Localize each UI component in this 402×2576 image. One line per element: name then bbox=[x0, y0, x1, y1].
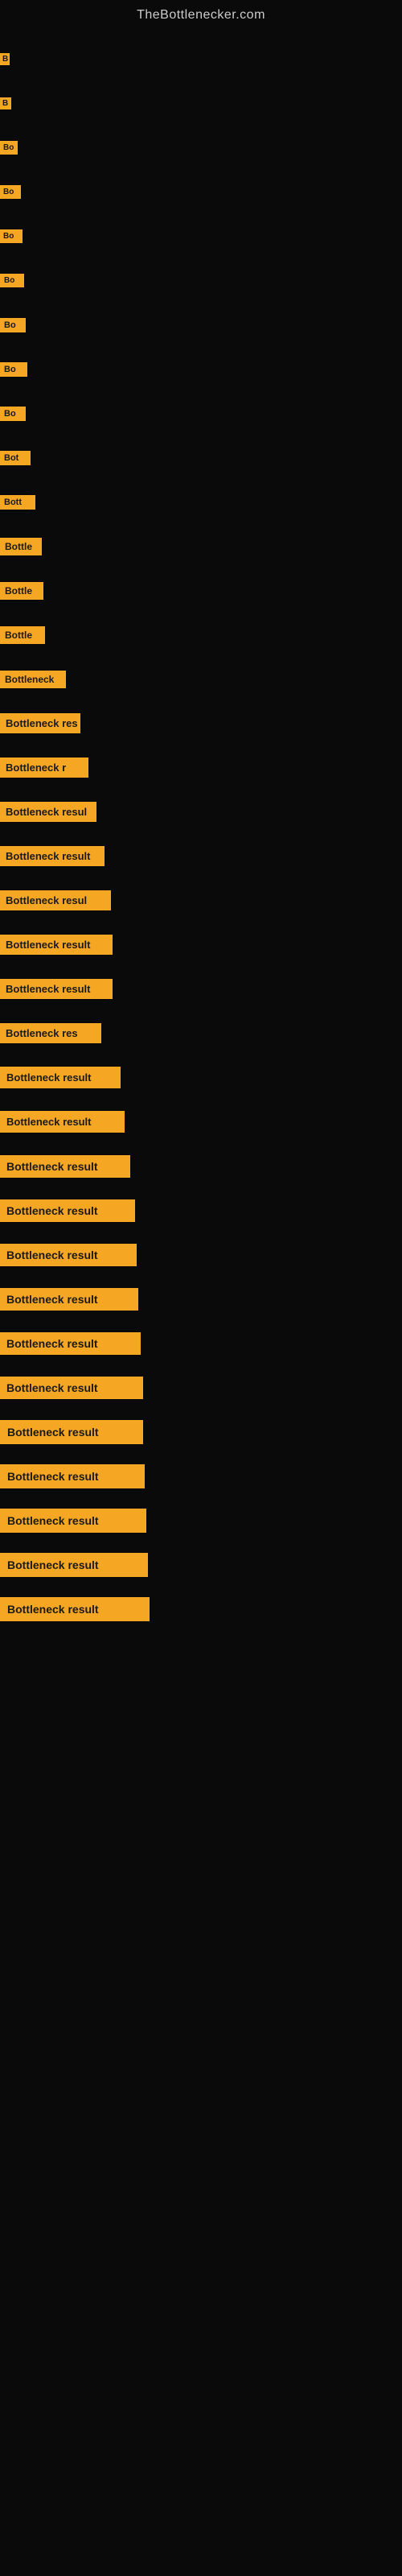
bottleneck-label: Bottleneck result bbox=[0, 979, 113, 999]
bottleneck-label: Bottleneck result bbox=[0, 1332, 141, 1355]
bottleneck-label: Bo bbox=[0, 229, 23, 243]
bottleneck-label: Bottleneck r bbox=[0, 758, 88, 778]
list-item: Bottleneck result bbox=[0, 1235, 402, 1274]
bottleneck-label: Bottleneck res bbox=[0, 713, 80, 733]
bottleneck-label: Bottle bbox=[0, 538, 42, 555]
list-item: Bott bbox=[0, 482, 402, 522]
list-item: Bottleneck result bbox=[0, 1323, 402, 1363]
bottleneck-label: Bottleneck resul bbox=[0, 890, 111, 910]
bottleneck-label: Bottle bbox=[0, 582, 43, 600]
list-item: Bottle bbox=[0, 526, 402, 566]
bottleneck-label: Bo bbox=[0, 318, 26, 332]
bottleneck-label: Bo bbox=[0, 141, 18, 155]
list-item: Bottleneck result bbox=[0, 1501, 402, 1540]
list-item: Bottleneck result bbox=[0, 1589, 402, 1629]
list-item: Bottleneck result bbox=[0, 1456, 402, 1496]
list-item: Bottleneck result bbox=[0, 1146, 402, 1186]
list-item: Bottleneck res bbox=[0, 1013, 402, 1053]
bottleneck-label: Bott bbox=[0, 495, 35, 510]
bottleneck-label: Bottleneck resul bbox=[0, 802, 96, 822]
list-item: Bottleneck result bbox=[0, 1058, 402, 1097]
list-item: Bottleneck bbox=[0, 659, 402, 699]
list-item: B bbox=[0, 39, 402, 79]
bottleneck-label: Bottleneck bbox=[0, 671, 66, 688]
bottleneck-label: Bottleneck res bbox=[0, 1023, 101, 1043]
bottleneck-label: Bottleneck result bbox=[0, 1111, 125, 1133]
bottleneck-label: Bottleneck result bbox=[0, 1067, 121, 1088]
bottleneck-label: Bottleneck result bbox=[0, 1420, 143, 1444]
list-item: Bo bbox=[0, 172, 402, 212]
list-item: Bottleneck r bbox=[0, 748, 402, 787]
list-item: Bo bbox=[0, 305, 402, 345]
bottleneck-label: Bo bbox=[0, 185, 21, 199]
list-item: Bottleneck result bbox=[0, 1368, 402, 1407]
bottleneck-label: Bottleneck result bbox=[0, 1464, 145, 1488]
list-item: Bottle bbox=[0, 615, 402, 654]
bottleneck-label: Bottleneck result bbox=[0, 1597, 150, 1621]
list-item: Bot bbox=[0, 438, 402, 477]
bottleneck-label: Bottleneck result bbox=[0, 846, 105, 866]
list-item: Bottle bbox=[0, 571, 402, 610]
bottleneck-label: Bottleneck result bbox=[0, 1244, 137, 1266]
bottleneck-label: Bo bbox=[0, 407, 26, 421]
list-item: Bottleneck result bbox=[0, 1102, 402, 1141]
list-item: Bo bbox=[0, 217, 402, 256]
list-item: Bo bbox=[0, 349, 402, 389]
bottleneck-label: Bottleneck result bbox=[0, 1155, 130, 1178]
list-item: Bottleneck result bbox=[0, 836, 402, 876]
bottleneck-label: Bottleneck result bbox=[0, 935, 113, 955]
list-item: Bottleneck resul bbox=[0, 881, 402, 920]
site-title: TheBottlenecker.com bbox=[0, 0, 402, 27]
list-item: Bo bbox=[0, 394, 402, 433]
list-item: Bottleneck result bbox=[0, 1412, 402, 1451]
bottleneck-label: Bottleneck result bbox=[0, 1199, 135, 1222]
items-container: B B Bo Bo Bo Bo Bo Bo Bo Bot Bott Bottle Bottle Bottl… bbox=[0, 27, 402, 1641]
list-item: Bo bbox=[0, 261, 402, 300]
list-item: Bo bbox=[0, 128, 402, 167]
list-item: Bottleneck result bbox=[0, 1545, 402, 1584]
list-item: Bottleneck result bbox=[0, 925, 402, 964]
bottleneck-label: B bbox=[0, 97, 11, 109]
bottleneck-label: Bot bbox=[0, 451, 31, 465]
bottleneck-label: Bo bbox=[0, 362, 27, 377]
list-item: Bottleneck resul bbox=[0, 792, 402, 832]
bottleneck-label: Bottle bbox=[0, 626, 45, 644]
list-item: B bbox=[0, 84, 402, 123]
bottleneck-label: Bottleneck result bbox=[0, 1553, 148, 1577]
list-item: Bottleneck result bbox=[0, 969, 402, 1009]
bottleneck-label: Bottleneck result bbox=[0, 1377, 143, 1399]
bottleneck-label: B bbox=[0, 53, 10, 65]
bottleneck-label: Bo bbox=[0, 274, 24, 287]
bottleneck-label: Bottleneck result bbox=[0, 1288, 138, 1311]
list-item: Bottleneck result bbox=[0, 1279, 402, 1319]
list-item: Bottleneck res bbox=[0, 704, 402, 743]
bottleneck-label: Bottleneck result bbox=[0, 1509, 146, 1533]
list-item: Bottleneck result bbox=[0, 1191, 402, 1230]
